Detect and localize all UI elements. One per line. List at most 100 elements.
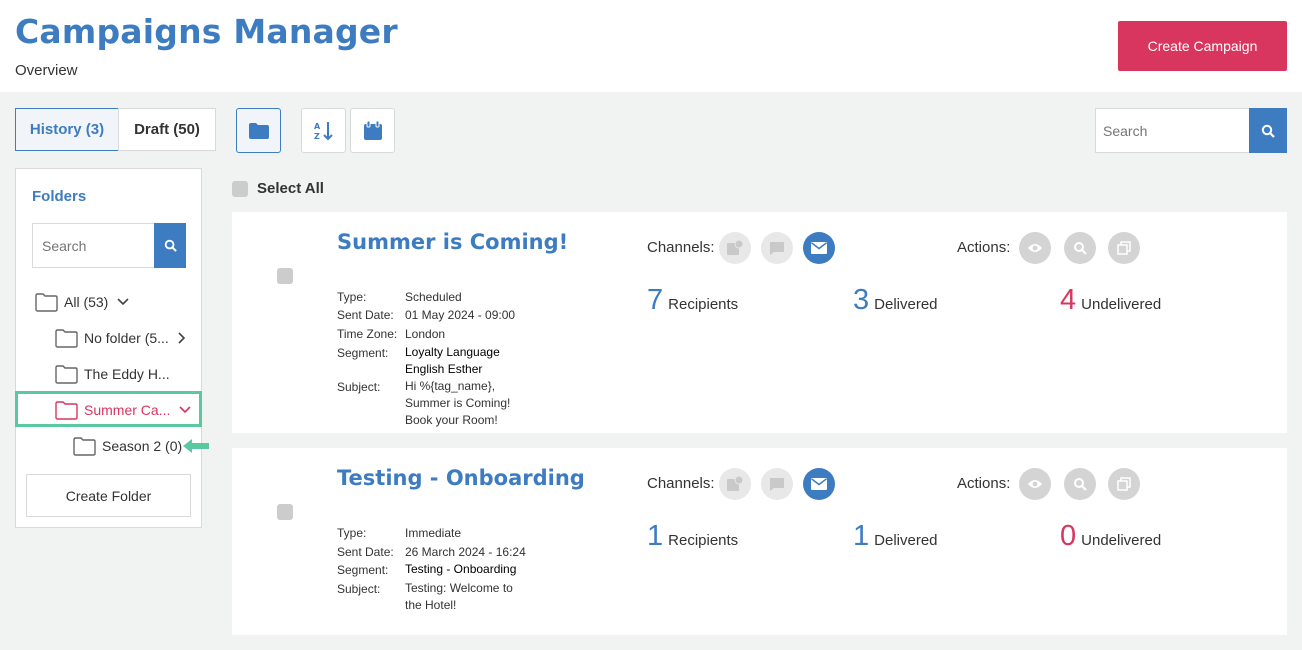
delivered-count: 3 — [853, 284, 870, 316]
tab-history[interactable]: History (3) — [15, 108, 119, 151]
envelope-icon — [811, 242, 827, 254]
detail-value: Scheduled — [405, 290, 462, 304]
detail-value: Hi %{tag_name}, Summer is Coming! Book y… — [405, 379, 511, 427]
folder-item-label: No folder (5... — [84, 330, 169, 346]
undelivered-stat: 0 Undelivered — [1060, 520, 1161, 553]
folder-outline-icon — [55, 328, 78, 348]
create-folder-button[interactable]: Create Folder — [26, 474, 191, 517]
search-icon — [1261, 124, 1275, 138]
detail-label: Segment: — [337, 346, 389, 360]
campaign-checkbox[interactable] — [277, 268, 293, 284]
recipients-stat: 1 Recipients — [647, 520, 738, 553]
page-header: Campaigns Manager Overview Create Campai… — [0, 0, 1302, 92]
undelivered-count: 0 — [1060, 520, 1077, 552]
action-duplicate-button[interactable] — [1108, 232, 1140, 264]
push-notification-icon — [727, 239, 744, 255]
campaign-card: Summer is Coming! Type: Scheduled Sent D… — [232, 212, 1287, 433]
eye-icon — [1028, 480, 1042, 488]
sort-az-icon: A Z — [314, 121, 333, 141]
campaign-title[interactable]: Testing - Onboarding — [337, 466, 585, 490]
delivered-label: Delivered — [874, 532, 938, 549]
folder-item-label: Season 2 (0) — [102, 438, 183, 454]
folders-title: Folders — [32, 188, 87, 205]
folder-item-all[interactable]: All (53) — [35, 284, 129, 320]
detail-label: Sent Date: — [337, 545, 394, 559]
detail-label: Sent Date: — [337, 308, 394, 322]
detail-value: Testing - Onboarding — [405, 562, 517, 576]
detail-label: Subject: — [337, 380, 381, 394]
sort-az-button[interactable]: A Z — [301, 108, 346, 153]
calendar-button[interactable] — [350, 108, 395, 153]
campaign-search-button[interactable] — [1249, 108, 1287, 153]
channel-sms[interactable] — [761, 232, 793, 264]
folders-panel: Folders All (53) No folder (5... The Edd… — [15, 168, 202, 528]
recipients-stat: 7 Recipients — [647, 284, 738, 317]
folder-view-button[interactable] — [236, 108, 281, 153]
selected-folder-highlight — [15, 391, 202, 427]
detail-label: Type: — [337, 526, 367, 540]
select-all-label: Select All — [257, 180, 324, 197]
magnifier-icon — [1074, 242, 1087, 255]
duplicate-icon — [1117, 241, 1131, 255]
detail-value: Immediate — [405, 526, 462, 540]
channels-label: Channels: — [647, 475, 715, 492]
search-icon — [164, 239, 177, 252]
recipients-label: Recipients — [668, 532, 739, 549]
channel-push[interactable] — [719, 468, 751, 500]
detail-value: London — [405, 327, 446, 341]
action-inspect-button[interactable] — [1064, 232, 1096, 264]
action-view-button[interactable] — [1019, 232, 1051, 264]
undelivered-label: Undelivered — [1081, 296, 1162, 313]
chevron-down-icon[interactable] — [117, 298, 129, 306]
recipients-label: Recipients — [668, 296, 739, 313]
page-subtitle: Overview — [15, 62, 78, 79]
actions-label: Actions: — [957, 475, 1011, 492]
tab-draft[interactable]: Draft (50) — [118, 108, 216, 151]
delivered-stat: 1 Delivered — [853, 520, 938, 553]
svg-text:A: A — [314, 122, 321, 131]
channel-sms[interactable] — [761, 468, 793, 500]
push-notification-icon — [727, 475, 744, 491]
delivered-count: 1 — [853, 520, 870, 552]
folder-item-label: The Eddy H... — [84, 366, 170, 382]
channel-push[interactable] — [719, 232, 751, 264]
folder-item-eddy[interactable]: The Eddy H... — [55, 356, 170, 392]
detail-label: Type: — [337, 290, 367, 304]
folder-icon — [248, 122, 269, 139]
undelivered-label: Undelivered — [1081, 532, 1162, 549]
detail-label: Subject: — [337, 582, 381, 596]
create-campaign-button[interactable]: Create Campaign — [1118, 21, 1287, 71]
actions-label: Actions: — [957, 239, 1011, 256]
campaign-checkbox[interactable] — [277, 504, 293, 520]
chevron-right-icon[interactable] — [178, 332, 186, 344]
page-title: Campaigns Manager — [15, 12, 398, 51]
magnifier-icon — [1074, 478, 1087, 491]
campaign-title[interactable]: Summer is Coming! — [337, 230, 568, 254]
action-view-button[interactable] — [1019, 468, 1051, 500]
folder-search-button[interactable] — [154, 223, 186, 268]
folder-item-no-folder[interactable]: No folder (5... — [55, 320, 186, 356]
detail-label: Time Zone: — [337, 327, 398, 341]
channel-email[interactable] — [803, 468, 835, 500]
folder-item-season-2[interactable]: Season 2 (0) — [73, 428, 182, 464]
arrow-left-icon — [183, 439, 209, 453]
channel-email[interactable] — [803, 232, 835, 264]
campaign-search-input[interactable] — [1095, 108, 1250, 153]
delivered-label: Delivered — [874, 296, 938, 313]
folder-search-input[interactable] — [32, 223, 155, 268]
folder-item-label: All (53) — [64, 294, 109, 310]
detail-value: 26 March 2024 - 16:24 — [405, 545, 526, 559]
action-duplicate-button[interactable] — [1108, 468, 1140, 500]
detail-label: Segment: — [337, 563, 389, 577]
recipients-count: 1 — [647, 520, 664, 552]
undelivered-stat: 4 Undelivered — [1060, 284, 1161, 317]
folder-outline-icon — [35, 292, 58, 312]
detail-value: Loyalty Language English Esther — [405, 345, 500, 376]
select-all-checkbox[interactable] — [232, 181, 248, 197]
undelivered-count: 4 — [1060, 284, 1077, 316]
svg-text:Z: Z — [314, 132, 320, 141]
action-inspect-button[interactable] — [1064, 468, 1096, 500]
detail-value: 01 May 2024 - 09:00 — [405, 308, 516, 322]
calendar-icon — [363, 120, 382, 140]
chat-icon — [770, 478, 784, 491]
